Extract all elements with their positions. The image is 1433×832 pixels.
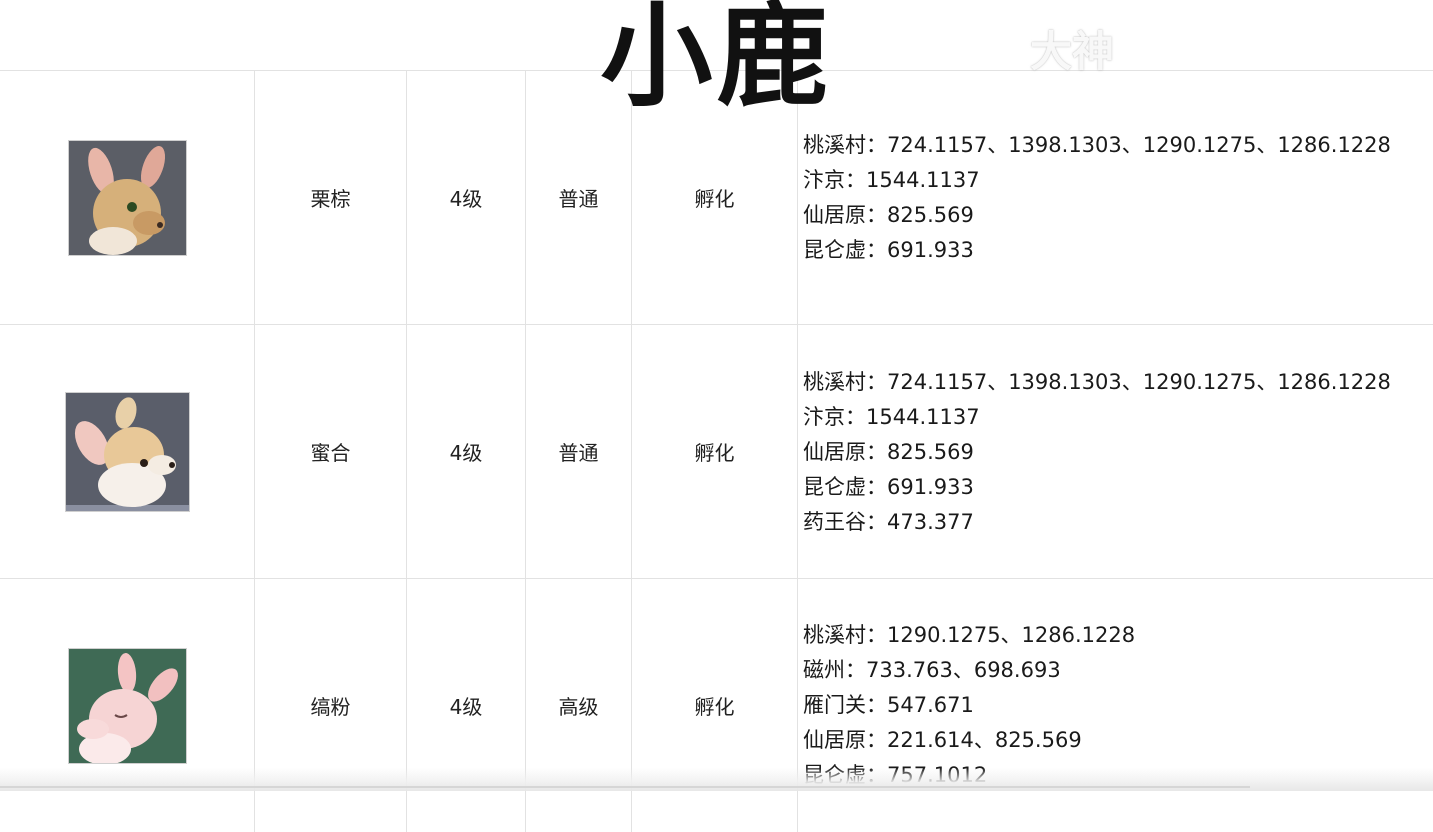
location-line: 昆仑虚：691.933 [803, 238, 974, 262]
deer-honey-icon [65, 392, 189, 511]
avatar-cell [0, 579, 254, 832]
location-line: 雁门关：547.671 [803, 693, 974, 717]
rarity-cell: 普通 [525, 325, 631, 578]
location-line: 药王谷：473.377 [803, 510, 974, 534]
location-line: 昆仑虚：691.933 [803, 475, 974, 499]
bottom-divider [0, 786, 1250, 788]
level-cell: 4级 [406, 579, 525, 832]
location-line: 仙居原：825.569 [803, 203, 974, 227]
level-cell: 4级 [406, 325, 525, 578]
location-line: 仙居原：221.614、825.569 [803, 728, 1082, 752]
rarity-cell: 高级 [525, 579, 631, 832]
pet-table: 栗棕 4级 普通 孵化 桃溪村：724.1157、1398.1303、1290.… [0, 70, 1433, 832]
location-line: 磁州：733.763、698.693 [803, 658, 1061, 682]
location-line: 桃溪村：724.1157、1398.1303、1290.1275、1286.12… [803, 370, 1391, 394]
location-line: 汴京：1544.1137 [803, 168, 980, 192]
table-row: 蜜合 4级 普通 孵化 桃溪村：724.1157、1398.1303、1290.… [0, 325, 1433, 579]
watermark-logo: 大神 [1030, 27, 1115, 76]
method-cell: 孵化 [631, 579, 797, 832]
table-row: 缟粉 4级 高级 孵化 桃溪村：1290.1275、1286.1228 磁州：7… [0, 579, 1433, 832]
location-line: 汴京：1544.1137 [803, 405, 980, 429]
deer-pink-icon [68, 648, 186, 763]
page-title: 小鹿 [600, 0, 833, 122]
locations-cell: 桃溪村：1290.1275、1286.1228 磁州：733.763、698.6… [797, 579, 1433, 832]
name-cell: 蜜合 [254, 325, 406, 578]
deer-pink-icon [68, 648, 186, 763]
location-line: 桃溪村：1290.1275、1286.1228 [803, 623, 1136, 647]
method-cell: 孵化 [631, 325, 797, 578]
location-line: 仙居原：825.569 [803, 440, 974, 464]
avatar-cell [0, 325, 254, 578]
deer-honey-icon [65, 392, 189, 511]
location-line: 桃溪村：724.1157、1398.1303、1290.1275、1286.12… [803, 133, 1391, 157]
deer-chestnut-icon [68, 140, 186, 255]
locations-cell: 桃溪村：724.1157、1398.1303、1290.1275、1286.12… [797, 325, 1433, 578]
deer-chestnut-icon [68, 140, 186, 255]
name-cell: 缟粉 [254, 579, 406, 832]
